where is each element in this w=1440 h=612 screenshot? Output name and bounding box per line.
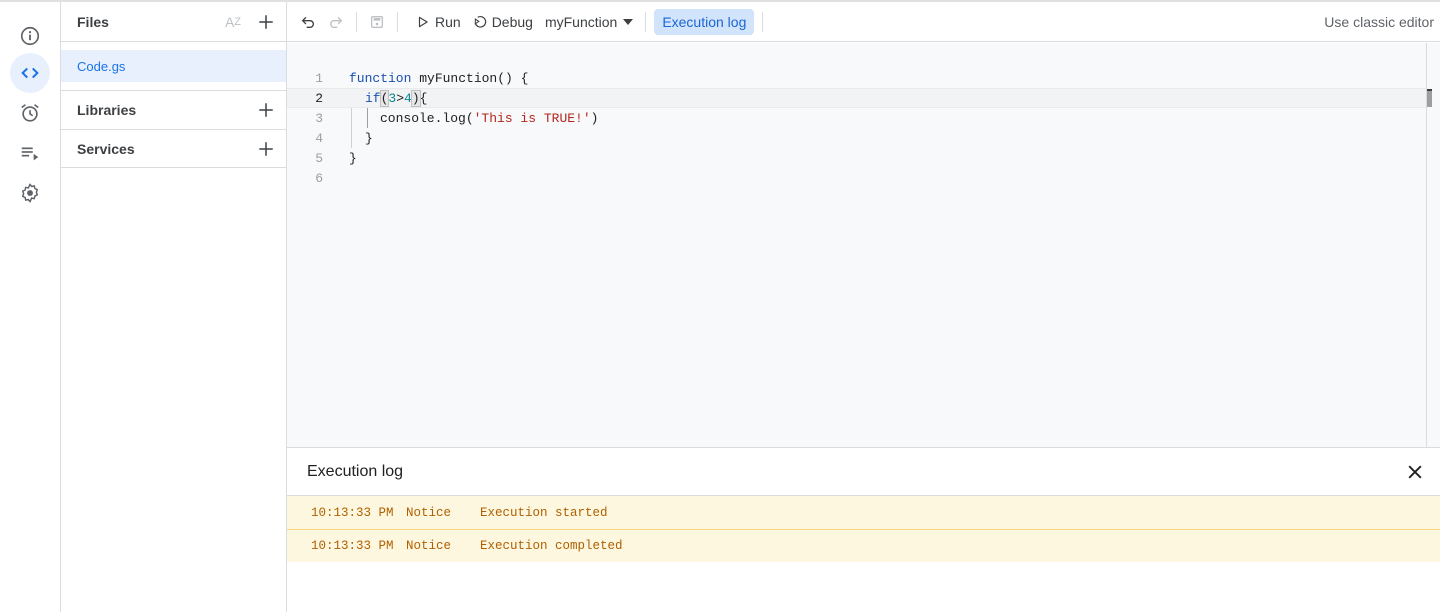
function-select-value: myFunction xyxy=(544,13,618,30)
indent-guide xyxy=(351,108,352,128)
line-number: 6 xyxy=(315,170,323,186)
execution-log-header: Execution log xyxy=(287,448,1440,496)
code-icon xyxy=(21,67,39,79)
toolbar-divider xyxy=(356,11,357,32)
files-header: Files AZ xyxy=(61,2,286,42)
rail-overview-button[interactable] xyxy=(10,16,50,56)
save-button[interactable] xyxy=(363,8,391,36)
code-line: 1 function myFunction() { xyxy=(287,68,1426,88)
services-section[interactable]: Services xyxy=(61,129,286,168)
code-text: console.log( xyxy=(380,110,474,126)
file-name: Code.gs xyxy=(77,58,126,74)
code-text: } xyxy=(365,130,373,146)
line-number: 3 xyxy=(315,110,323,126)
run-button[interactable]: Run xyxy=(410,8,467,36)
debug-label: Debug xyxy=(491,13,533,30)
save-icon xyxy=(371,15,383,28)
scrollbar-thumb[interactable] xyxy=(1427,89,1432,107)
info-icon xyxy=(20,26,40,46)
plus-icon xyxy=(259,15,273,29)
code-text: { xyxy=(419,90,428,106)
editor-scrollbar[interactable] xyxy=(1426,43,1440,447)
line-number: 2 xyxy=(315,90,323,106)
libraries-label: Libraries xyxy=(77,102,137,118)
editor-toolbar: Run Debug myFunction Execution log Use c… xyxy=(287,2,1440,42)
keyword: if xyxy=(365,90,381,106)
code-editor[interactable]: 1 function myFunction() { 2 if(3>4){ 3 c… xyxy=(287,43,1440,447)
sort-az-icon[interactable]: AZ xyxy=(222,11,244,33)
execution-log-title: Execution log xyxy=(307,462,404,480)
bracket-match: ) xyxy=(410,89,421,107)
line-number: 1 xyxy=(315,70,323,86)
code-text: ) xyxy=(590,110,599,126)
gear-icon xyxy=(21,183,39,203)
code-line: 4 } xyxy=(287,128,1426,148)
log-level: Notice xyxy=(406,539,452,553)
log-row: 10:13:33 PM Notice Execution started xyxy=(287,496,1440,529)
code-lines: 1 function myFunction() { 2 if(3>4){ 3 c… xyxy=(287,68,1426,188)
toolbar-divider xyxy=(397,11,398,32)
chevron-down-icon xyxy=(623,18,634,25)
line-number: 4 xyxy=(315,130,323,146)
code-line-current: 2 if(3>4){ xyxy=(287,88,1426,108)
code-line: 3 console.log('This is TRUE!') xyxy=(287,108,1426,128)
execution-log-label: Execution log xyxy=(662,13,747,30)
services-label: Services xyxy=(77,140,135,157)
rail-editor-button[interactable] xyxy=(10,53,50,93)
string-literal: 'This is TRUE!' xyxy=(473,110,591,126)
toolbar-divider xyxy=(762,11,764,32)
left-rail xyxy=(0,2,61,612)
log-row: 10:13:33 PM Notice Execution completed xyxy=(287,529,1440,562)
file-item-code-gs[interactable]: Code.gs xyxy=(61,50,286,82)
files-panel: Files AZ Code.gs Libraries Services xyxy=(61,2,287,612)
run-label: Run xyxy=(435,13,461,30)
keyword: function xyxy=(349,70,412,86)
toolbar-divider xyxy=(645,11,647,32)
undo-icon xyxy=(301,16,314,28)
alarm-clock-icon xyxy=(21,104,39,122)
rail-settings-button[interactable] xyxy=(10,173,50,213)
indent-guide xyxy=(351,128,352,148)
add-file-button[interactable] xyxy=(254,10,278,34)
log-level: Notice xyxy=(406,505,452,520)
code-text: myFunction() { xyxy=(411,70,529,86)
apps-script-editor: Files AZ Code.gs Libraries Services Run … xyxy=(0,0,1440,612)
playlist-play-icon xyxy=(21,147,39,161)
log-message: Execution started xyxy=(480,505,608,520)
log-time: 10:13:33 PM xyxy=(311,539,394,553)
log-message: Execution completed xyxy=(480,539,623,553)
close-log-button[interactable] xyxy=(1404,461,1426,483)
operator: > xyxy=(396,90,405,106)
debug-button[interactable]: Debug xyxy=(467,8,539,36)
undo-button[interactable] xyxy=(294,8,322,36)
rail-executions-button[interactable] xyxy=(10,133,50,173)
line-number: 5 xyxy=(315,150,323,166)
redo-button[interactable] xyxy=(322,8,350,36)
files-title: Files xyxy=(77,13,109,30)
function-select[interactable]: myFunction xyxy=(539,8,639,36)
log-time: 10:13:33 PM xyxy=(311,505,394,520)
use-classic-editor-button[interactable]: Use classic editor xyxy=(1324,14,1434,30)
execution-log-button[interactable]: Execution log xyxy=(654,8,755,35)
redo-icon xyxy=(330,16,343,28)
code-line: 5 } xyxy=(287,148,1426,168)
add-service-button[interactable] xyxy=(254,137,278,161)
indent-guide xyxy=(367,108,368,128)
number-literal: 4 xyxy=(404,90,412,106)
execution-log-panel: Execution log 10:13:33 PM Notice Executi… xyxy=(287,447,1440,612)
close-icon xyxy=(1408,465,1422,479)
rail-triggers-button[interactable] xyxy=(10,93,50,133)
debug-icon xyxy=(474,15,486,28)
play-icon xyxy=(418,16,428,27)
plus-icon xyxy=(259,142,273,156)
plus-icon xyxy=(259,103,273,117)
add-library-button[interactable] xyxy=(254,98,278,122)
libraries-section[interactable]: Libraries xyxy=(61,90,286,129)
code-line: 6 xyxy=(287,168,1426,188)
code-text: } xyxy=(349,150,357,166)
